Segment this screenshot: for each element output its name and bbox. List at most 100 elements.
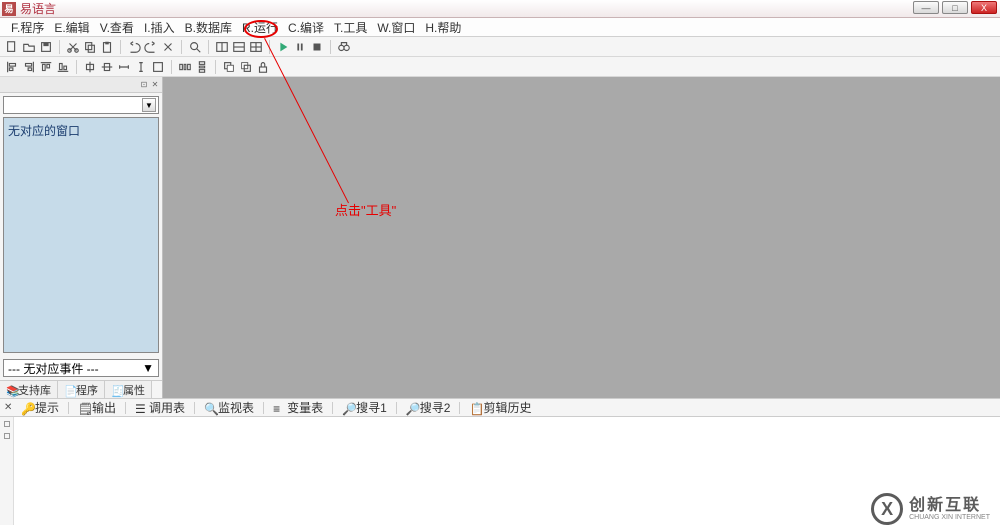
center-v-icon[interactable]	[99, 59, 115, 75]
cut-icon[interactable]	[65, 39, 81, 55]
titlebar: 易 易语言 — □ X	[0, 0, 1000, 18]
output-tab-clip[interactable]: 📋剪辑历史	[465, 399, 535, 416]
doc-icon: 📄	[64, 385, 74, 395]
stop-icon[interactable]	[309, 39, 325, 55]
same-height-icon[interactable]	[133, 59, 149, 75]
output-textarea[interactable]	[14, 417, 1000, 525]
object-listbox[interactable]: 无对应的窗口	[3, 117, 159, 353]
menu-database[interactable]: B.数据库	[180, 18, 237, 37]
output-tab-output[interactable]: 🗒输出	[74, 399, 120, 416]
props-icon: 🧾	[111, 385, 121, 395]
strip-dot[interactable]	[4, 433, 10, 439]
toolbar-row-2	[0, 57, 1000, 77]
left-panel: ⊡ ✕ ▼ 无对应的窗口 --- 无对应事件 --- ▼ 📚支持库 📄程序 🧾属…	[0, 77, 163, 398]
minimize-button[interactable]: —	[913, 1, 939, 14]
book-icon: 📚	[6, 385, 16, 395]
listbox-text: 无对应的窗口	[8, 124, 80, 138]
watermark-logo-icon: X	[871, 493, 903, 525]
output-header: ✕ 🔑提示 🗒输出 ☰调用表 🔍监视表 ≡变量表 🔎搜寻1 🔎搜寻2 📋剪辑历史	[0, 399, 1000, 417]
undo-icon[interactable]	[126, 39, 142, 55]
find-icon: 🔎	[342, 402, 354, 414]
watermark-text: 创新互联	[909, 498, 990, 514]
left-panel-tabs: 📚支持库 📄程序 🧾属性	[0, 380, 162, 398]
menu-help[interactable]: H.帮助	[420, 18, 466, 37]
annotation-text: 点击"工具"	[335, 200, 396, 219]
bring-front-icon[interactable]	[221, 59, 237, 75]
strip-dot[interactable]	[4, 421, 10, 427]
close-button[interactable]: X	[971, 1, 997, 14]
menu-window[interactable]: W.窗口	[372, 18, 420, 37]
event-combo[interactable]: --- 无对应事件 --- ▼	[3, 359, 159, 377]
tab-support-lib[interactable]: 📚支持库	[0, 381, 58, 398]
key-icon: 🔑	[21, 402, 33, 414]
panel-header: ⊡ ✕	[0, 77, 162, 93]
paste-icon[interactable]	[99, 39, 115, 55]
chevron-down-icon[interactable]: ▼	[142, 98, 156, 112]
app-window: 易 易语言 — □ X F.程序 E.编辑 V.查看 I.插入 B.数据库 R.…	[0, 0, 1000, 531]
list-icon: ☰	[135, 402, 147, 414]
chevron-down-icon[interactable]: ▼	[142, 361, 154, 375]
menubar: F.程序 E.编辑 V.查看 I.插入 B.数据库 R.运行 C.编译 T.工具…	[0, 18, 1000, 37]
menu-insert[interactable]: I.插入	[139, 18, 180, 37]
object-combo[interactable]: ▼	[3, 96, 159, 114]
run-icon[interactable]	[275, 39, 291, 55]
menu-program[interactable]: F.程序	[6, 18, 49, 37]
output-tab-callstack[interactable]: ☰调用表	[131, 399, 189, 416]
maximize-button[interactable]: □	[942, 1, 968, 14]
output-tab-vars[interactable]: ≡变量表	[269, 399, 327, 416]
same-width-icon[interactable]	[116, 59, 132, 75]
layout-1-icon[interactable]	[214, 39, 230, 55]
redo-icon[interactable]	[143, 39, 159, 55]
open-file-icon[interactable]	[21, 39, 37, 55]
output-tab-search2[interactable]: 🔎搜寻2	[402, 399, 455, 416]
app-icon: 易	[2, 2, 16, 16]
align-right-icon[interactable]	[21, 59, 37, 75]
layout-3-icon[interactable]	[248, 39, 264, 55]
align-bottom-icon[interactable]	[55, 59, 71, 75]
find-icon[interactable]	[187, 39, 203, 55]
layout-2-icon[interactable]	[231, 39, 247, 55]
dist-v-icon[interactable]	[194, 59, 210, 75]
pause-icon[interactable]	[292, 39, 308, 55]
center-h-icon[interactable]	[82, 59, 98, 75]
new-file-icon[interactable]	[4, 39, 20, 55]
find-icon: 🔎	[406, 402, 418, 414]
menu-edit[interactable]: E.编辑	[49, 18, 94, 37]
watermark-subtext: CHUANG XIN INTERNET	[909, 514, 990, 521]
delete-icon[interactable]	[160, 39, 176, 55]
watermark: X 创新互联 CHUANG XIN INTERNET	[871, 493, 990, 525]
output-tab-hint[interactable]: 🔑提示	[17, 399, 63, 416]
binoculars-icon[interactable]	[336, 39, 352, 55]
panel-close-icon[interactable]: ✕	[150, 80, 160, 90]
dist-h-icon[interactable]	[177, 59, 193, 75]
lock-icon[interactable]	[255, 59, 271, 75]
output-close-icon[interactable]: ✕	[4, 402, 14, 413]
toolbar-row-1	[0, 37, 1000, 57]
menu-tools[interactable]: T.工具	[329, 18, 372, 37]
clip-icon: 📋	[469, 402, 481, 414]
menu-view[interactable]: V.查看	[95, 18, 139, 37]
copy-icon[interactable]	[82, 39, 98, 55]
output-tab-watch[interactable]: 🔍监视表	[200, 399, 258, 416]
send-back-icon[interactable]	[238, 59, 254, 75]
workspace	[163, 77, 1000, 398]
align-top-icon[interactable]	[38, 59, 54, 75]
menu-compile[interactable]: C.编译	[283, 18, 329, 37]
tab-properties[interactable]: 🧾属性	[105, 381, 152, 398]
same-size-icon[interactable]	[150, 59, 166, 75]
search-icon: 🔍	[204, 402, 216, 414]
doc-icon: 🗒	[78, 402, 90, 414]
app-title: 易语言	[20, 0, 56, 17]
save-icon[interactable]	[38, 39, 54, 55]
event-combo-value: --- 无对应事件 ---	[8, 360, 99, 377]
annotation-circle	[244, 20, 278, 38]
panel-pin-icon[interactable]: ⊡	[139, 80, 149, 90]
output-tab-search1[interactable]: 🔎搜寻1	[338, 399, 391, 416]
output-body	[0, 417, 1000, 525]
window-buttons: — □ X	[913, 1, 997, 14]
output-strip	[0, 417, 14, 525]
tab-program[interactable]: 📄程序	[58, 381, 105, 398]
var-icon: ≡	[273, 402, 285, 414]
main-area: ⊡ ✕ ▼ 无对应的窗口 --- 无对应事件 --- ▼ 📚支持库 📄程序 🧾属…	[0, 77, 1000, 399]
align-left-icon[interactable]	[4, 59, 20, 75]
